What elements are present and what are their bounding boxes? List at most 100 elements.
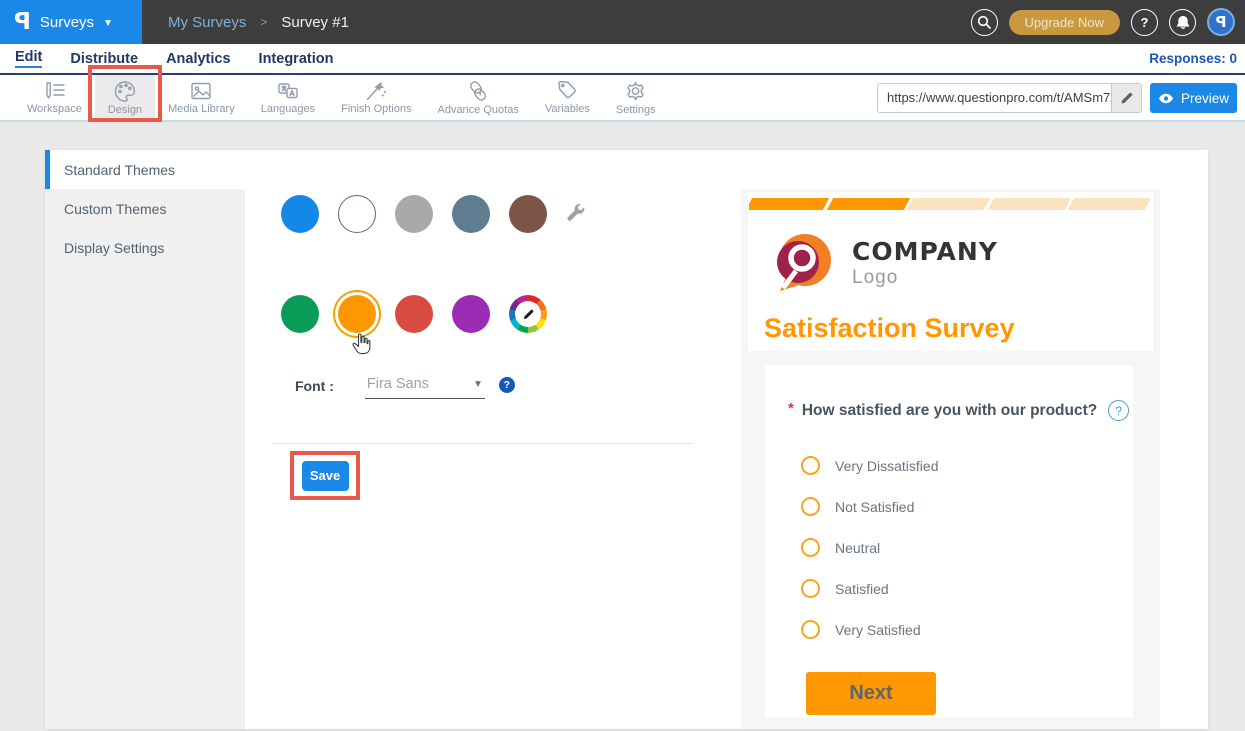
help-icon: ? xyxy=(504,379,510,391)
tool-media-library[interactable]: Media Library xyxy=(155,75,248,120)
tool-settings[interactable]: Settings xyxy=(603,75,669,120)
font-label: Font : xyxy=(295,376,334,394)
edit-url-button[interactable] xyxy=(1111,84,1141,112)
swatch-blue-gray[interactable] xyxy=(452,195,490,233)
survey-url-field[interactable]: https://www.questionpro.com/t/AMSm7Z xyxy=(877,83,1142,113)
design-page: Standard Themes Custom Themes Display Se… xyxy=(0,122,1245,729)
help-button[interactable]: ? xyxy=(1131,9,1158,36)
font-setting-row: Font : Fira Sans ▼ ? xyxy=(295,376,515,399)
company-logo: COMPANY Logo xyxy=(768,227,1153,299)
option-very-dissatisfied[interactable]: Very Dissatisfied xyxy=(801,445,1133,486)
surveys-menu[interactable]: P Surveys ▼ xyxy=(0,0,142,44)
sidebar-item-display-settings[interactable]: Display Settings xyxy=(45,228,245,267)
pencil-icon xyxy=(1120,92,1133,105)
breadcrumb-current-survey: Survey #1 xyxy=(281,14,349,31)
swatch-red[interactable] xyxy=(395,295,433,333)
font-help-button[interactable]: ? xyxy=(499,377,515,393)
swatch-purple[interactable] xyxy=(452,295,490,333)
font-dropdown[interactable]: Fira Sans ▼ xyxy=(365,376,485,399)
settings-gear-icon xyxy=(624,80,647,102)
eye-icon xyxy=(1158,93,1174,104)
tool-variables[interactable]: Variables xyxy=(532,75,603,120)
option-not-satisfied[interactable]: Not Satisfied xyxy=(801,486,1133,527)
custom-color-picker[interactable] xyxy=(509,295,547,333)
responses-count[interactable]: Responses: 0 xyxy=(1149,51,1237,66)
upgrade-now-button[interactable]: Upgrade Now xyxy=(1009,10,1121,35)
option-very-satisfied[interactable]: Very Satisfied xyxy=(801,609,1133,650)
tab-distribute[interactable]: Distribute xyxy=(70,51,138,67)
save-button[interactable]: Save xyxy=(302,461,349,491)
swatch-white[interactable] xyxy=(338,195,376,233)
annotation-save-highlight: Save xyxy=(290,451,360,500)
company-pin-logo-icon xyxy=(768,227,840,299)
sidebar-item-custom-themes[interactable]: Custom Themes xyxy=(45,189,245,228)
tab-edit[interactable]: Edit xyxy=(15,49,42,68)
question-card: * How satisfied are you with our product… xyxy=(765,366,1133,718)
questionpro-logo-icon: P xyxy=(14,11,31,34)
tool-advance-quotas[interactable]: Advance Quotas xyxy=(424,75,531,120)
breadcrumb-my-surveys[interactable]: My Surveys xyxy=(168,14,246,31)
design-panel: Standard Themes Custom Themes Display Se… xyxy=(45,150,1208,729)
radio-icon[interactable] xyxy=(801,620,820,639)
account-avatar[interactable]: P xyxy=(1207,8,1235,36)
theme-editor: Font : Fira Sans ▼ ? Save xyxy=(245,150,1208,729)
sidebar-item-standard-themes[interactable]: Standard Themes xyxy=(45,150,245,189)
question-help-button[interactable]: ? xyxy=(1108,400,1129,421)
radio-icon[interactable] xyxy=(801,497,820,516)
languages-icon xyxy=(276,81,300,101)
color-picker-pencil xyxy=(515,301,541,327)
swatch-orange-selected[interactable] xyxy=(338,295,376,333)
required-marker: * xyxy=(788,400,794,417)
radio-icon[interactable] xyxy=(801,579,820,598)
bell-icon xyxy=(1176,15,1190,30)
top-bar: P Surveys ▼ My Surveys > Survey #1 Upgra… xyxy=(0,0,1245,44)
variables-tag-icon xyxy=(556,80,578,101)
avatar-letter: P xyxy=(1216,13,1227,31)
notifications-button[interactable] xyxy=(1169,9,1196,36)
survey-title: Satisfaction Survey xyxy=(764,313,1153,344)
swatch-gray[interactable] xyxy=(395,195,433,233)
finish-options-wand-icon xyxy=(364,80,388,101)
swatch-row-1 xyxy=(281,195,547,233)
customize-theme-button[interactable] xyxy=(565,202,587,229)
answer-options: Very Dissatisfied Not Satisfied Neutral xyxy=(801,445,1133,650)
workspace-icon xyxy=(41,81,67,101)
breadcrumb-separator: > xyxy=(260,15,267,29)
swatch-green[interactable] xyxy=(281,295,319,333)
survey-preview-header: COMPANY Logo Satisfaction Survey xyxy=(748,192,1153,351)
next-button[interactable]: Next xyxy=(806,672,936,715)
advance-quotas-links-icon xyxy=(466,80,490,102)
company-logo-sub: Logo xyxy=(852,267,998,289)
tab-analytics[interactable]: Analytics xyxy=(166,51,230,67)
swatch-row-2 xyxy=(281,295,547,333)
progress-bar xyxy=(749,198,1152,210)
content-divider xyxy=(273,443,693,444)
preview-button[interactable]: Preview xyxy=(1150,83,1237,113)
option-satisfied[interactable]: Satisfied xyxy=(801,568,1133,609)
chevron-down-icon: ▼ xyxy=(473,379,483,390)
radio-icon[interactable] xyxy=(801,456,820,475)
edit-toolbar: Workspace Design Media Library Languages… xyxy=(0,75,1245,122)
search-button[interactable] xyxy=(971,9,998,36)
radio-icon[interactable] xyxy=(801,538,820,557)
help-icon: ? xyxy=(1115,404,1122,418)
tool-languages[interactable]: Languages xyxy=(248,75,328,120)
search-icon xyxy=(977,15,991,29)
survey-tab-bar: Edit Distribute Analytics Integration Re… xyxy=(0,44,1245,75)
pencil-icon xyxy=(522,308,535,321)
design-palette-icon xyxy=(113,80,137,102)
swatch-brown[interactable] xyxy=(509,195,547,233)
chevron-down-icon: ▼ xyxy=(103,18,113,29)
tab-integration[interactable]: Integration xyxy=(259,51,334,67)
breadcrumb: My Surveys > Survey #1 xyxy=(168,14,349,31)
tool-finish-options[interactable]: Finish Options xyxy=(328,75,424,120)
tool-workspace[interactable]: Workspace xyxy=(14,75,95,120)
question-row: * How satisfied are you with our product… xyxy=(788,400,1133,421)
font-dropdown-value: Fira Sans xyxy=(367,376,429,392)
swatch-blue[interactable] xyxy=(281,195,319,233)
themes-sidebar: Standard Themes Custom Themes Display Se… xyxy=(45,150,245,729)
media-library-icon xyxy=(189,81,213,101)
question-text: How satisfied are you with our product? xyxy=(802,402,1097,420)
tool-design[interactable]: Design xyxy=(95,75,155,120)
option-neutral[interactable]: Neutral xyxy=(801,527,1133,568)
